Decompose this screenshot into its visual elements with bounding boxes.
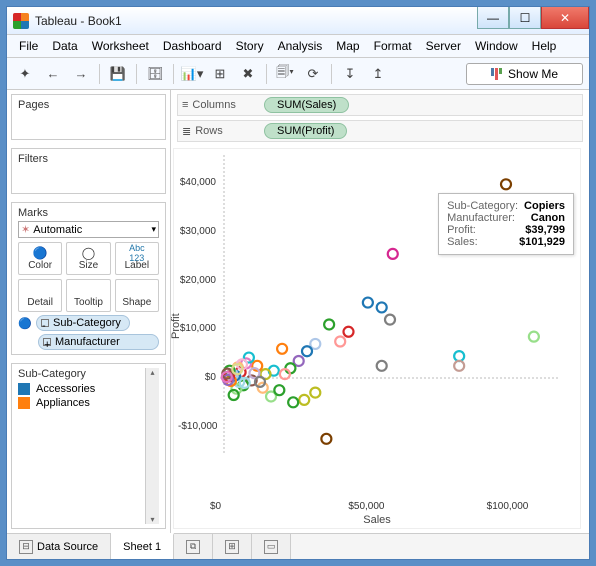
- tab-datasource[interactable]: ⊟ Data Source: [7, 534, 111, 559]
- label-button[interactable]: Abc123Label: [115, 242, 159, 275]
- legend-title: Sub-Category: [18, 368, 145, 382]
- duplicate-button[interactable]: 🗐▾: [273, 63, 297, 85]
- menu-data[interactable]: Data: [46, 37, 83, 55]
- toolbar: ✦ ← → 💾 🗄 📊▾ ⊞ ✖ 🗐▾ ⟳ ↧ ↥ Show Me: [7, 58, 589, 90]
- datasource-button[interactable]: 🗄: [143, 63, 167, 85]
- tab-sheet1[interactable]: Sheet 1: [111, 533, 174, 559]
- rows-pill[interactable]: SUM(Profit): [264, 123, 347, 139]
- new-story-button[interactable]: ▭: [252, 534, 291, 559]
- expand-icon: -: [41, 319, 49, 327]
- menu-server[interactable]: Server: [420, 37, 467, 55]
- marks-label: Marks: [18, 207, 159, 221]
- tooltip-button[interactable]: Tooltip: [66, 279, 110, 312]
- logo-icon[interactable]: ✦: [13, 63, 37, 85]
- menu-file[interactable]: File: [13, 37, 44, 55]
- pill-subcategory[interactable]: - Sub-Category: [36, 315, 130, 331]
- color-drop-icon: 🔵: [18, 316, 32, 330]
- filters-label: Filters: [18, 153, 159, 167]
- autoupdate-button[interactable]: 📊▾: [180, 63, 204, 85]
- x-axis-label: Sales: [363, 514, 391, 526]
- show-me-button[interactable]: Show Me: [466, 63, 583, 85]
- swap-button[interactable]: ⊞: [208, 63, 232, 85]
- y-tick: $30,000: [178, 226, 216, 237]
- app-icon: [13, 13, 29, 29]
- story-icon: ▭: [264, 540, 278, 554]
- y-tick: -$10,000: [178, 421, 216, 432]
- refresh-button[interactable]: ⟳: [301, 63, 325, 85]
- menu-worksheet[interactable]: Worksheet: [86, 37, 155, 55]
- rows-shelf[interactable]: ≣Rows SUM(Profit): [177, 120, 583, 142]
- menu-map[interactable]: Map: [330, 37, 365, 55]
- marks-type-select[interactable]: ✶ Automatic: [18, 221, 159, 238]
- filters-shelf[interactable]: Filters: [11, 148, 166, 194]
- marks-card: Marks ✶ Automatic 🔵Color ◯Size Abc123Lab…: [11, 202, 166, 355]
- y-tick: $0: [178, 372, 216, 383]
- show-me-label: Show Me: [508, 67, 558, 81]
- minimize-button[interactable]: —: [477, 7, 509, 29]
- x-tick: $100,000: [487, 501, 529, 512]
- sort-desc-button[interactable]: ↥: [366, 63, 390, 85]
- dashboard-icon: ⊞: [225, 540, 239, 554]
- tooltip: Sub-Category:Copiers Manufacturer:Canon …: [438, 193, 574, 255]
- menu-help[interactable]: Help: [526, 37, 563, 55]
- worksheet-icon: ⧉: [186, 540, 200, 554]
- menu-window[interactable]: Window: [469, 37, 524, 55]
- y-tick: $40,000: [178, 177, 216, 188]
- menubar: File Data Worksheet Dashboard Story Anal…: [7, 35, 589, 58]
- app-window: Tableau - Book1 — ☐ ✕ File Data Workshee…: [6, 6, 590, 560]
- menu-story[interactable]: Story: [230, 37, 270, 55]
- side-panel: Pages Filters Marks ✶ Automatic 🔵Color ◯…: [7, 90, 171, 533]
- columns-shelf[interactable]: ≡Columns SUM(Sales): [177, 94, 583, 116]
- x-tick: $50,000: [348, 501, 384, 512]
- new-worksheet-button[interactable]: ⧉: [174, 534, 213, 559]
- detail-button[interactable]: Detail: [18, 279, 62, 312]
- window-title: Tableau - Book1: [35, 14, 477, 28]
- save-button[interactable]: 💾: [106, 63, 130, 85]
- columns-pill[interactable]: SUM(Sales): [264, 97, 349, 113]
- pill-manufacturer[interactable]: + Manufacturer: [38, 334, 159, 350]
- maximize-button[interactable]: ☐: [509, 7, 541, 29]
- forward-button[interactable]: →: [69, 63, 93, 85]
- clear-button[interactable]: ✖: [236, 63, 260, 85]
- footer: ⊟ Data Source Sheet 1 ⧉ ⊞ ▭: [7, 533, 589, 559]
- size-button[interactable]: ◯Size: [66, 242, 110, 275]
- titlebar: Tableau - Book1 — ☐ ✕: [7, 7, 589, 35]
- y-tick: $20,000: [178, 275, 216, 286]
- pages-shelf[interactable]: Pages: [11, 94, 166, 140]
- datasource-icon: ⊟: [19, 540, 33, 554]
- shape-button[interactable]: Shape: [115, 279, 159, 312]
- chart-area[interactable]: Profit Sales Sub-Category:Copiers Manufa…: [173, 148, 581, 529]
- x-tick: $0: [210, 501, 221, 512]
- back-button[interactable]: ←: [41, 63, 65, 85]
- menu-format[interactable]: Format: [368, 37, 418, 55]
- rows-icon: ≣: [182, 125, 191, 138]
- expand-icon: +: [43, 338, 51, 346]
- close-button[interactable]: ✕: [541, 7, 589, 29]
- legend-item[interactable]: Accessories: [18, 382, 145, 396]
- legend-scrollbar[interactable]: ▴▾: [145, 368, 159, 524]
- menu-dashboard[interactable]: Dashboard: [157, 37, 228, 55]
- menu-analysis[interactable]: Analysis: [272, 37, 329, 55]
- columns-icon: ≡: [182, 99, 188, 111]
- y-tick: $10,000: [178, 323, 216, 334]
- pages-label: Pages: [18, 99, 159, 113]
- color-button[interactable]: 🔵Color: [18, 242, 62, 275]
- legend-item[interactable]: Appliances: [18, 396, 145, 410]
- new-dashboard-button[interactable]: ⊞: [213, 534, 252, 559]
- sort-asc-button[interactable]: ↧: [338, 63, 362, 85]
- legend-card: Sub-Category Accessories Appliances ▴▾: [11, 363, 166, 529]
